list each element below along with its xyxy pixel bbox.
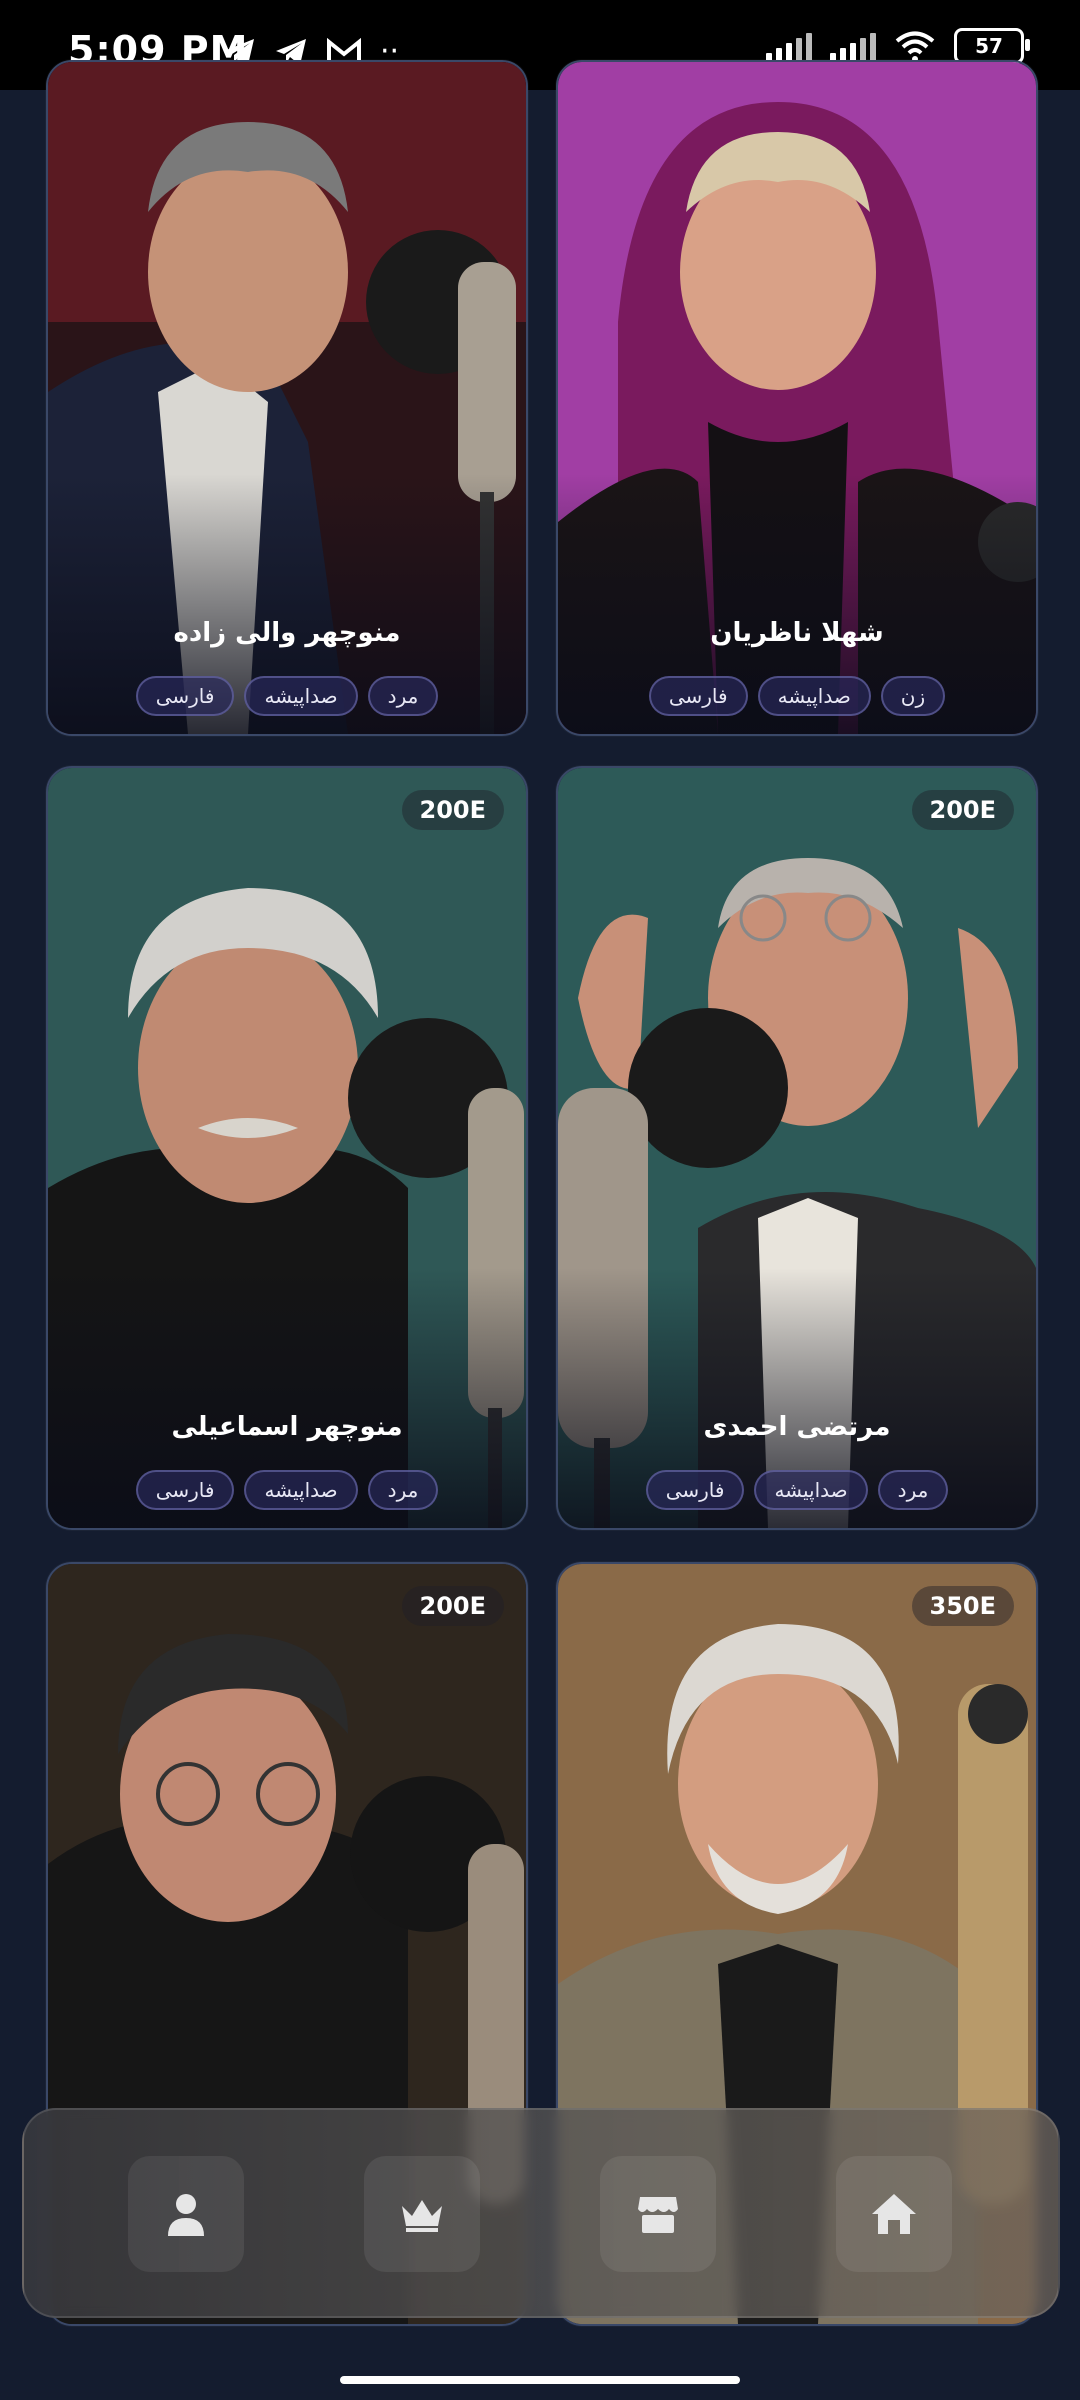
tag-chip[interactable]: فارسی	[645, 1470, 745, 1510]
battery-icon: 57	[954, 28, 1030, 64]
price-badge: 200E	[401, 790, 504, 830]
price-badge: 200E	[401, 1586, 504, 1626]
nav-home-button[interactable]	[836, 2156, 952, 2272]
voice-actor-grid: منوچهر والی زاده مرد صداپیشه فارسی شهلا …	[0, 60, 1080, 2350]
nav-profile-button[interactable]	[128, 2156, 244, 2272]
price-badge: 350E	[911, 1586, 1014, 1626]
nav-store-button[interactable]	[600, 2156, 716, 2272]
store-icon	[638, 2197, 678, 2233]
tag-chip[interactable]: مرد	[877, 1470, 949, 1510]
voice-actor-card[interactable]: 200E منوچهر اسماعیلی مرد صداپیشه فارسی	[46, 766, 528, 1530]
battery-level: 57	[975, 34, 1003, 58]
tag-list: مرد صداپیشه فارسی	[558, 1470, 1036, 1510]
signal-icon	[766, 31, 812, 61]
nav-premium-button[interactable]	[364, 2156, 480, 2272]
home-indicator[interactable]	[340, 2376, 740, 2384]
tag-list: زن صداپیشه فارسی	[558, 676, 1036, 716]
voice-actor-name: منوچهر اسماعیلی	[171, 1412, 403, 1442]
home-icon	[872, 2194, 916, 2234]
voice-actor-card[interactable]: شهلا ناظریان زن صداپیشه فارسی	[556, 60, 1038, 736]
tag-chip[interactable]: صداپیشه	[244, 676, 358, 716]
voice-actor-name: مرتضی احمدی	[703, 1412, 891, 1442]
voice-actor-card[interactable]: 200E مرتضی احمدی مرد صداپیشه فارسی	[556, 766, 1038, 1530]
voice-actor-name: شهلا ناظریان	[710, 618, 884, 648]
signal-icon	[830, 31, 876, 61]
tag-list: مرد صداپیشه فارسی	[48, 676, 526, 716]
status-right: 57	[766, 28, 1030, 64]
bottom-navigation	[22, 2108, 1060, 2318]
tag-chip[interactable]: مرد	[367, 676, 439, 716]
tag-list: مرد صداپیشه فارسی	[48, 1470, 526, 1510]
voice-actor-card[interactable]: منوچهر والی زاده مرد صداپیشه فارسی	[46, 60, 528, 736]
tag-chip[interactable]: مرد	[367, 1470, 439, 1510]
profile-icon	[168, 2194, 204, 2236]
wifi-icon	[895, 31, 935, 62]
tag-chip[interactable]: صداپیشه	[244, 1470, 358, 1510]
tag-chip[interactable]: فارسی	[648, 676, 748, 716]
tag-chip[interactable]: صداپیشه	[757, 676, 871, 716]
tag-chip[interactable]: زن	[880, 676, 946, 716]
price-badge: 200E	[911, 790, 1014, 830]
tag-chip[interactable]: صداپیشه	[754, 1470, 868, 1510]
crown-icon	[402, 2200, 442, 2232]
tag-chip[interactable]: فارسی	[135, 1470, 235, 1510]
tag-chip[interactable]: فارسی	[135, 676, 235, 716]
voice-actor-name: منوچهر والی زاده	[173, 618, 401, 648]
